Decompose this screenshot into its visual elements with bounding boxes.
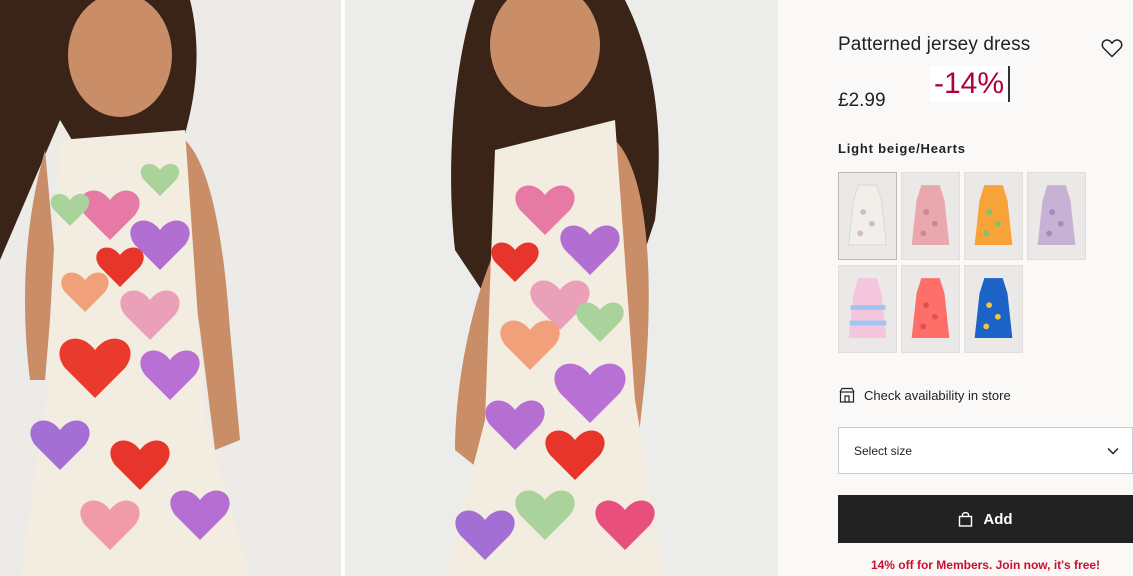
swatch-thumbnail xyxy=(839,173,896,259)
swatch-light-beige-hearts[interactable] xyxy=(838,172,897,260)
swatch-tie-dye[interactable] xyxy=(838,265,897,353)
size-select[interactable]: Select size xyxy=(838,427,1133,474)
heart-outline-icon xyxy=(1101,39,1123,58)
product-image-front[interactable] xyxy=(0,0,341,576)
product-photo-side xyxy=(345,0,778,576)
swatch-blue[interactable] xyxy=(964,265,1023,353)
check-store-label: Check availability in store xyxy=(864,387,1011,403)
swatch-pink[interactable] xyxy=(901,172,960,260)
add-button-label: Add xyxy=(983,510,1013,528)
product-info-panel: Patterned jersey dress £2.99 -14% Light … xyxy=(778,0,1133,576)
swatch-thumbnail xyxy=(839,266,896,352)
chevron-down-icon xyxy=(1107,447,1119,455)
product-image-side[interactable] xyxy=(345,0,778,576)
product-photo-front xyxy=(0,0,341,576)
swatch-coral[interactable] xyxy=(901,265,960,353)
shopping-bag-icon xyxy=(959,512,973,527)
swatch-thumbnail xyxy=(902,173,959,259)
swatch-thumbnail xyxy=(965,266,1022,352)
size-select-label: Select size xyxy=(854,444,913,458)
selected-color-name: Light beige/Hearts xyxy=(838,141,966,156)
member-offer-link[interactable]: 14% off for Members. Join now, it's free… xyxy=(838,558,1133,572)
swatch-orange-fruit[interactable] xyxy=(964,172,1023,260)
favorite-button[interactable] xyxy=(1100,36,1124,60)
swatch-lilac[interactable] xyxy=(1027,172,1086,260)
add-to-bag-button[interactable]: Add xyxy=(838,495,1133,543)
product-price: £2.99 xyxy=(838,90,886,111)
swatch-thumbnail xyxy=(902,266,959,352)
swatch-thumbnail xyxy=(1028,173,1085,259)
product-gallery xyxy=(0,0,778,576)
discount-badge: -14% xyxy=(930,66,1011,102)
check-store-availability-link[interactable]: Check availability in store xyxy=(838,386,1011,404)
store-icon xyxy=(839,387,855,403)
product-title: Patterned jersey dress xyxy=(838,34,1031,55)
swatch-thumbnail xyxy=(965,173,1022,259)
